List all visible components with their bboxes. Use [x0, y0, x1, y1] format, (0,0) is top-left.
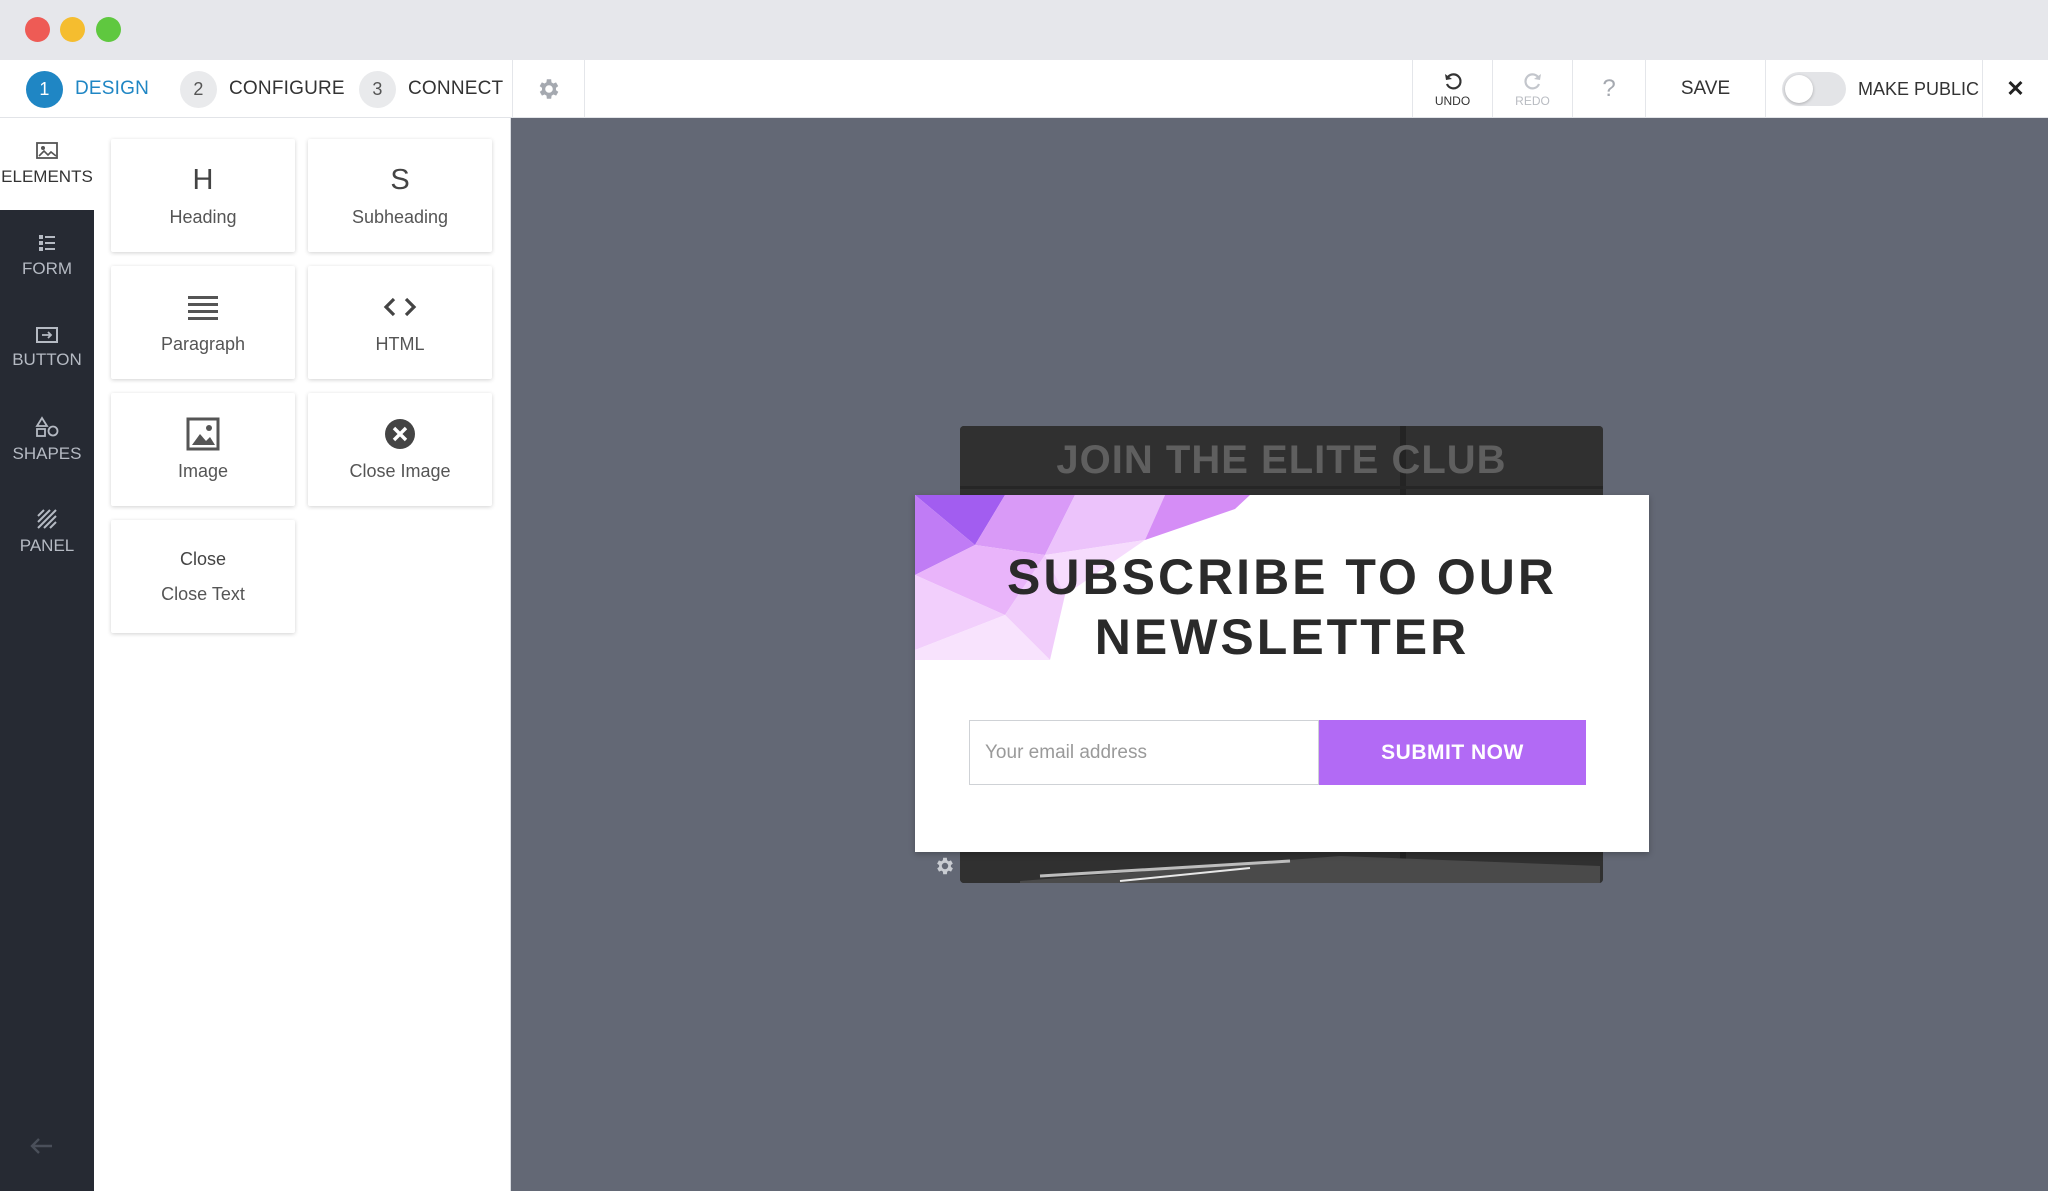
email-placeholder: Your email address — [985, 741, 1147, 763]
step-number: 1 — [26, 70, 63, 108]
rail-item-shapes[interactable]: SHAPES — [0, 394, 94, 486]
shapes-icon — [35, 416, 59, 437]
close-icon: ✕ — [2006, 76, 2025, 101]
image-icon — [36, 142, 58, 159]
subheading-glyph: S — [390, 163, 410, 196]
close-window-button[interactable] — [25, 17, 50, 42]
email-field[interactable]: Your email address — [969, 720, 1319, 785]
rail-item-button[interactable]: BUTTON — [0, 302, 94, 394]
rail-label: SHAPES — [12, 444, 82, 463]
element-label: HTML — [375, 334, 425, 354]
element-close-image[interactable]: Close Image — [308, 393, 492, 506]
rail-item-form[interactable]: FORM — [0, 210, 94, 302]
undo-label: UNDO — [1434, 93, 1471, 108]
collapse-button[interactable] — [28, 1136, 54, 1161]
element-paragraph[interactable]: Paragraph — [111, 266, 295, 379]
rail-item-panel[interactable]: PANEL — [0, 486, 94, 578]
submit-label: SUBMIT NOW — [1381, 740, 1524, 764]
heading-glyph: H — [192, 163, 214, 196]
element-heading[interactable]: H Heading — [111, 139, 295, 252]
background-title[interactable]: JOIN THE ELITE CLUB — [960, 438, 1603, 483]
rail-label: PANEL — [19, 536, 75, 555]
step-configure[interactable]: 2 CONFIGURE — [180, 60, 345, 118]
list-icon — [39, 235, 55, 251]
popup-settings-button[interactable] — [934, 855, 956, 882]
panel-icon — [37, 509, 57, 529]
code-icon — [383, 297, 417, 317]
gear-icon — [539, 79, 558, 99]
close-editor-button[interactable]: ✕ — [1982, 60, 2048, 118]
button-icon — [36, 327, 58, 343]
step-number: 2 — [180, 70, 217, 108]
minimize-window-button[interactable] — [60, 17, 85, 42]
popup-title[interactable]: SUBSCRIBE TO OUR NEWSLETTER — [915, 547, 1649, 667]
undo-button[interactable]: UNDO — [1412, 60, 1492, 118]
top-toolbar: 1 DESIGN 2 CONFIGURE 3 CONNECT UNDO REDO… — [0, 60, 2048, 118]
make-public-label: MAKE PUBLIC — [1858, 78, 1980, 99]
redo-icon — [1523, 72, 1541, 89]
gear-icon — [937, 857, 953, 875]
close-text-glyph: Close — [179, 548, 227, 569]
rail-item-elements[interactable]: ELEMENTS — [0, 118, 94, 210]
help-button[interactable]: ? — [1572, 60, 1645, 118]
element-label: Subheading — [351, 207, 449, 227]
popup-title-line1: SUBSCRIBE TO OUR — [1007, 549, 1557, 605]
popup-title-line2: NEWSLETTER — [1094, 609, 1470, 665]
step-label: DESIGN — [75, 78, 150, 99]
element-label: Heading — [169, 207, 237, 227]
step-label: CONNECT — [408, 78, 504, 99]
step-connect[interactable]: 3 CONNECT — [359, 60, 503, 118]
element-label: Paragraph — [160, 334, 246, 354]
close-circle-icon — [385, 419, 415, 449]
step-design[interactable]: 1 DESIGN — [26, 60, 149, 118]
element-image[interactable]: Image — [111, 393, 295, 506]
redo-button[interactable]: REDO — [1492, 60, 1572, 118]
rail-label: FORM — [21, 259, 73, 278]
element-subheading[interactable]: S Subheading — [308, 139, 492, 252]
save-label: SAVE — [1680, 78, 1731, 99]
newsletter-popup[interactable]: SUBSCRIBE TO OUR NEWSLETTER Your email a… — [915, 495, 1649, 852]
make-public-toggle[interactable] — [1782, 72, 1846, 106]
rail-label: BUTTON — [12, 350, 82, 369]
rail-label: ELEMENTS — [1, 167, 93, 186]
element-close-text[interactable]: Close Close Text — [111, 520, 295, 633]
element-label: Close Text — [161, 583, 245, 604]
redo-label: REDO — [1515, 93, 1550, 108]
element-label: Close Image — [349, 461, 451, 481]
window-titlebar — [0, 0, 2048, 60]
step-label: CONFIGURE — [229, 78, 345, 99]
help-icon: ? — [1602, 75, 1616, 102]
elements-panel: H Heading S Subheading Paragraph HTML Im… — [94, 118, 511, 1191]
element-label: Image — [177, 461, 229, 481]
make-public-control[interactable]: MAKE PUBLIC — [1765, 60, 1982, 118]
arrow-left-icon — [30, 1138, 52, 1154]
submit-button[interactable]: SUBMIT NOW — [1319, 720, 1586, 785]
left-rail: ELEMENTS FORM BUTTON SHAPES PANEL — [0, 118, 94, 1191]
settings-button[interactable] — [512, 60, 585, 118]
maximize-window-button[interactable] — [96, 17, 121, 42]
save-button[interactable]: SAVE — [1645, 60, 1765, 118]
paragraph-icon — [188, 296, 218, 320]
image-icon — [186, 417, 220, 451]
undo-icon — [1444, 72, 1462, 89]
element-html[interactable]: HTML — [308, 266, 492, 379]
step-number: 3 — [359, 70, 396, 108]
